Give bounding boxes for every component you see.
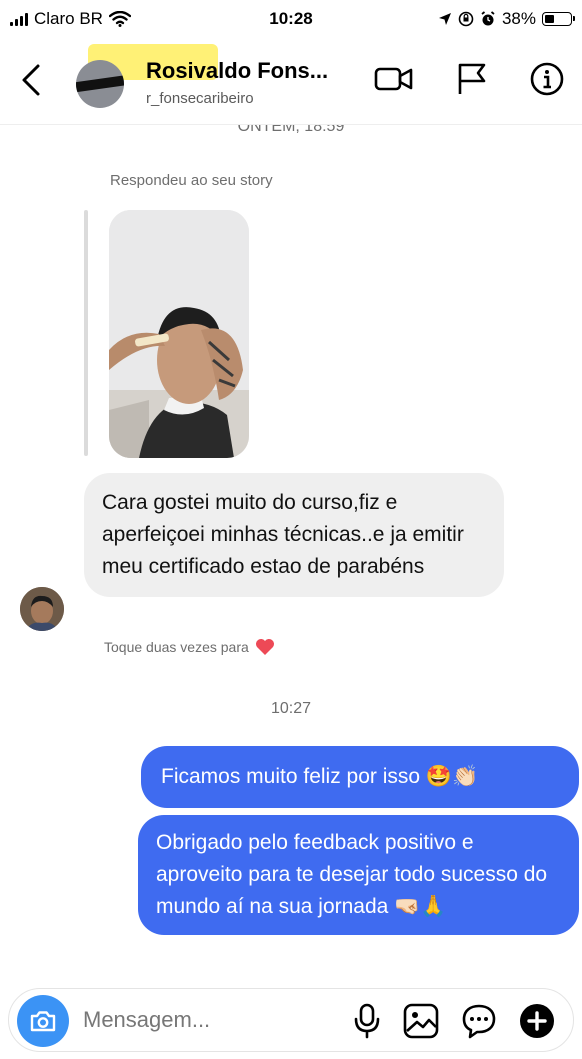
story-thumbnail[interactable] (109, 210, 249, 458)
location-arrow-icon (438, 13, 451, 25)
story-image (109, 210, 249, 458)
gallery-icon[interactable] (403, 1003, 439, 1039)
status-right: 38% (438, 9, 575, 29)
composer-actions (353, 1003, 555, 1039)
back-icon[interactable] (18, 62, 46, 98)
chat-header: Rosivaldo Fons... r_fonsecaribeiro (0, 40, 582, 125)
story-reply-label: Respondeu ao seu story (110, 172, 273, 189)
hint-text: Toque duas vezes para (104, 639, 249, 655)
outgoing-message[interactable]: Ficamos muito feliz por isso 🤩👏🏻 (141, 746, 579, 808)
message-input[interactable]: Mensagem... (83, 1007, 210, 1033)
orientation-lock-icon (458, 11, 474, 27)
info-icon[interactable] (530, 62, 564, 96)
heart-icon (255, 639, 274, 655)
message-timestamp: 10:27 (270, 700, 312, 717)
camera-button[interactable] (17, 995, 69, 1047)
outgoing-message[interactable]: Obrigado pelo feedback positivo e aprove… (138, 815, 579, 935)
contact-username: r_fonsecaribeiro (146, 90, 254, 107)
header-actions (374, 62, 564, 96)
battery-percent: 38% (501, 9, 536, 28)
camera-icon (30, 1011, 56, 1032)
contact-name[interactable]: Rosivaldo Fons... (88, 44, 329, 84)
sticker-icon[interactable] (461, 1003, 497, 1039)
contact-name-text: Rosivaldo Fons... (146, 58, 329, 83)
message-composer: Mensagem... (8, 988, 574, 1052)
contact-avatar[interactable] (76, 60, 124, 108)
flag-icon[interactable] (456, 62, 488, 96)
incoming-message[interactable]: Cara gostei muito do curso,fiz e aperfei… (84, 473, 504, 597)
battery-icon (542, 12, 575, 26)
alarm-icon (481, 11, 495, 26)
video-camera-icon[interactable] (374, 64, 414, 94)
microphone-icon[interactable] (353, 1003, 381, 1039)
add-icon[interactable] (519, 1003, 555, 1039)
double-tap-hint: Toque duas vezes para (104, 638, 275, 656)
story-reply-bar (84, 210, 88, 456)
status-bar: Claro BR 10:28 38% (0, 0, 582, 40)
sender-avatar[interactable] (20, 587, 64, 631)
